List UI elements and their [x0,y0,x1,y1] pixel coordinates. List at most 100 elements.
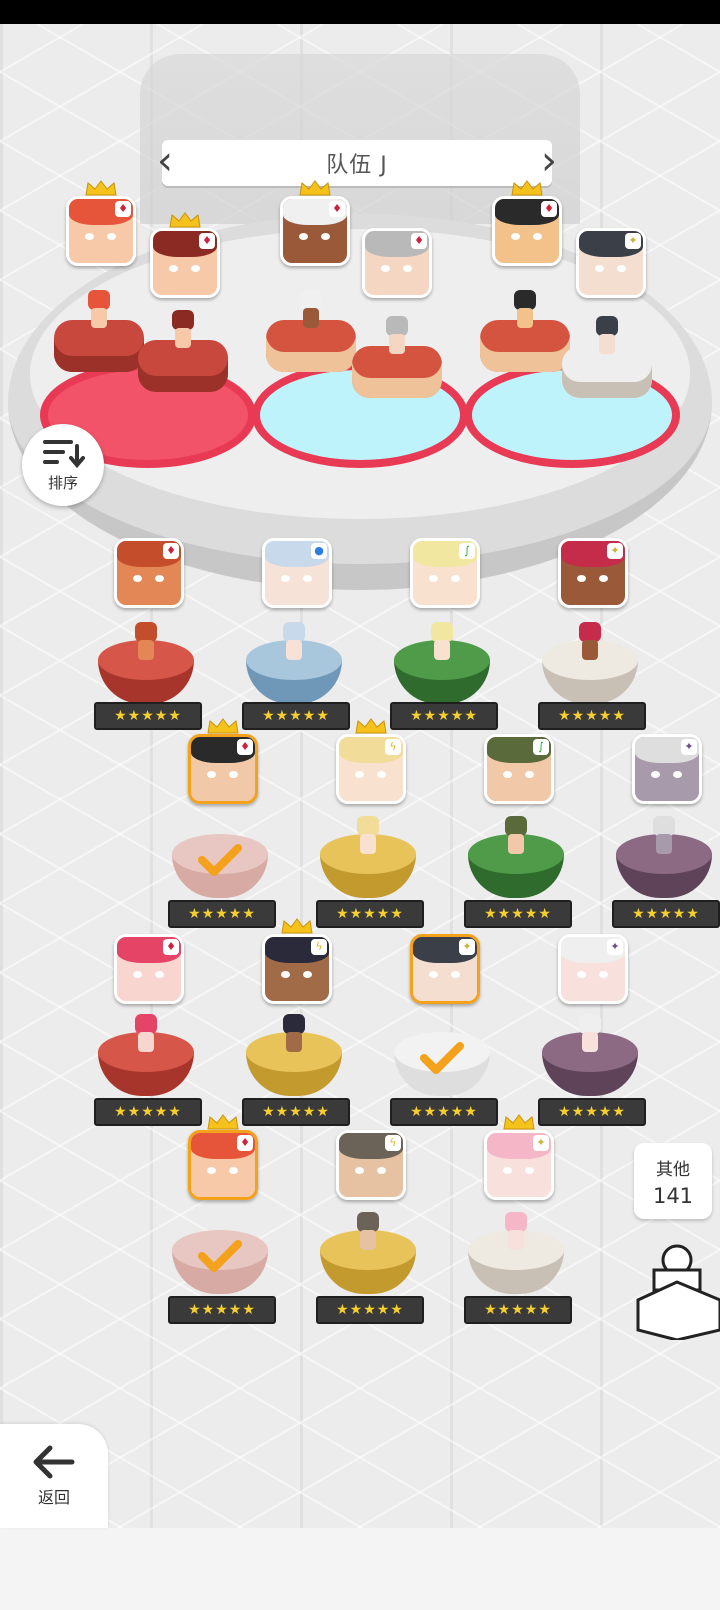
bottom-bar [0,1528,720,1610]
star-rating: ★★★★★ [390,702,498,730]
eye [599,575,608,582]
eye [525,1167,534,1174]
crown-icon [280,918,314,934]
dark-element-icon: ✦ [681,739,697,755]
back-button[interactable]: 返回 [0,1424,108,1528]
wind-element-icon: ∫ [533,739,549,755]
eye [191,265,200,272]
eye [207,771,216,778]
roster-character-portrait[interactable]: ♦ [114,538,184,608]
eye [525,771,534,778]
eye [133,971,142,978]
roster-character-portrait[interactable]: ∫ [484,734,554,804]
team-member-portrait[interactable]: ♦ [66,196,136,266]
star-rating: ★★★★★ [464,1296,572,1324]
crown-icon [206,718,240,734]
star-rating: ★★★★★ [316,1296,424,1324]
roster-character-portrait[interactable]: ✦ [410,934,480,1004]
crown-icon [84,180,118,196]
roster-character-portrait[interactable]: ∫ [410,538,480,608]
character-sprite [592,316,622,356]
eye [503,1167,512,1174]
roster-character-portrait[interactable]: ✦ [632,734,702,804]
team-member-portrait[interactable]: ♦ [280,196,350,266]
roster-character-portrait[interactable]: ϟ [262,934,332,1004]
eye [377,1167,386,1174]
light-element-icon: ✦ [625,233,641,249]
roster-character-portrait[interactable]: ♦ [188,734,258,804]
eye [533,233,542,240]
character-sprite [382,316,412,356]
eye [155,971,164,978]
chevron-left-icon[interactable]: ‹ [154,140,176,186]
character-sprite [353,816,383,856]
diamond-element-icon: ♦ [237,1135,253,1151]
star-rating: ★★★★★ [168,1296,276,1324]
eye [503,771,512,778]
team-name: 队伍 J [326,153,388,178]
wind-element-icon: ∫ [459,543,475,559]
eye [403,265,412,272]
others-counter[interactable]: 其他 141 [634,1143,712,1219]
roster-character-portrait[interactable]: ✦ [484,1130,554,1200]
eye [155,575,164,582]
character-sprite [131,622,161,662]
eye [107,233,116,240]
roster-character-portrait[interactable]: ♦ [188,1130,258,1200]
team-name-banner: ‹ 队伍 J › [157,140,557,186]
eye [321,233,330,240]
character-sprite [168,310,198,350]
arrow-left-icon [33,1445,75,1479]
star-rating: ★★★★★ [538,1098,646,1126]
eye [451,575,460,582]
roster-character-portrait[interactable]: ♦ [114,934,184,1004]
crown-icon [206,1114,240,1130]
water-element-icon: ● [311,543,327,559]
character-sprite [84,290,114,330]
eye [355,771,364,778]
roster-character-portrait[interactable]: ✦ [558,934,628,1004]
character-sprite [501,1212,531,1252]
eye [577,971,586,978]
sort-button[interactable]: 排序 [22,424,104,506]
eye [651,771,660,778]
checkmark-icon [196,1236,244,1276]
star-rating: ★★★★★ [390,1098,498,1126]
eye [429,971,438,978]
diamond-element-icon: ♦ [541,201,557,217]
eye [451,971,460,978]
roster-character-portrait[interactable]: ϟ [336,734,406,804]
diamond-element-icon: ♦ [199,233,215,249]
eye [381,265,390,272]
others-count: 141 [652,1183,694,1208]
roster-character-portrait[interactable]: ✦ [558,538,628,608]
star-rating: ★★★★★ [316,900,424,928]
eye [595,265,604,272]
eye [511,233,520,240]
team-member-portrait[interactable]: ♦ [492,196,562,266]
light-element-icon: ✦ [533,1135,549,1151]
team-member-portrait[interactable]: ♦ [362,228,432,298]
eye [169,265,178,272]
eye [207,1167,216,1174]
back-label: 返回 [37,1488,70,1507]
eye [377,771,386,778]
eye [299,233,308,240]
eye [673,771,682,778]
team-member-portrait[interactable]: ♦ [150,228,220,298]
others-label: 其他 [656,1159,690,1180]
roster-character-portrait[interactable]: ϟ [336,1130,406,1200]
team-member-portrait[interactable]: ✦ [576,228,646,298]
diamond-element-icon: ♦ [329,201,345,217]
eye [429,575,438,582]
lightning-element-icon: ϟ [385,1135,401,1151]
character-sprite [279,622,309,662]
star-rating: ★★★★★ [242,702,350,730]
character-sprite [353,1212,383,1252]
crown-icon [354,718,388,734]
sort-label: 排序 [47,473,78,492]
character-sprite [575,622,605,662]
roster-character-portrait[interactable]: ● [262,538,332,608]
star-rating: ★★★★★ [464,900,572,928]
eye [281,575,290,582]
